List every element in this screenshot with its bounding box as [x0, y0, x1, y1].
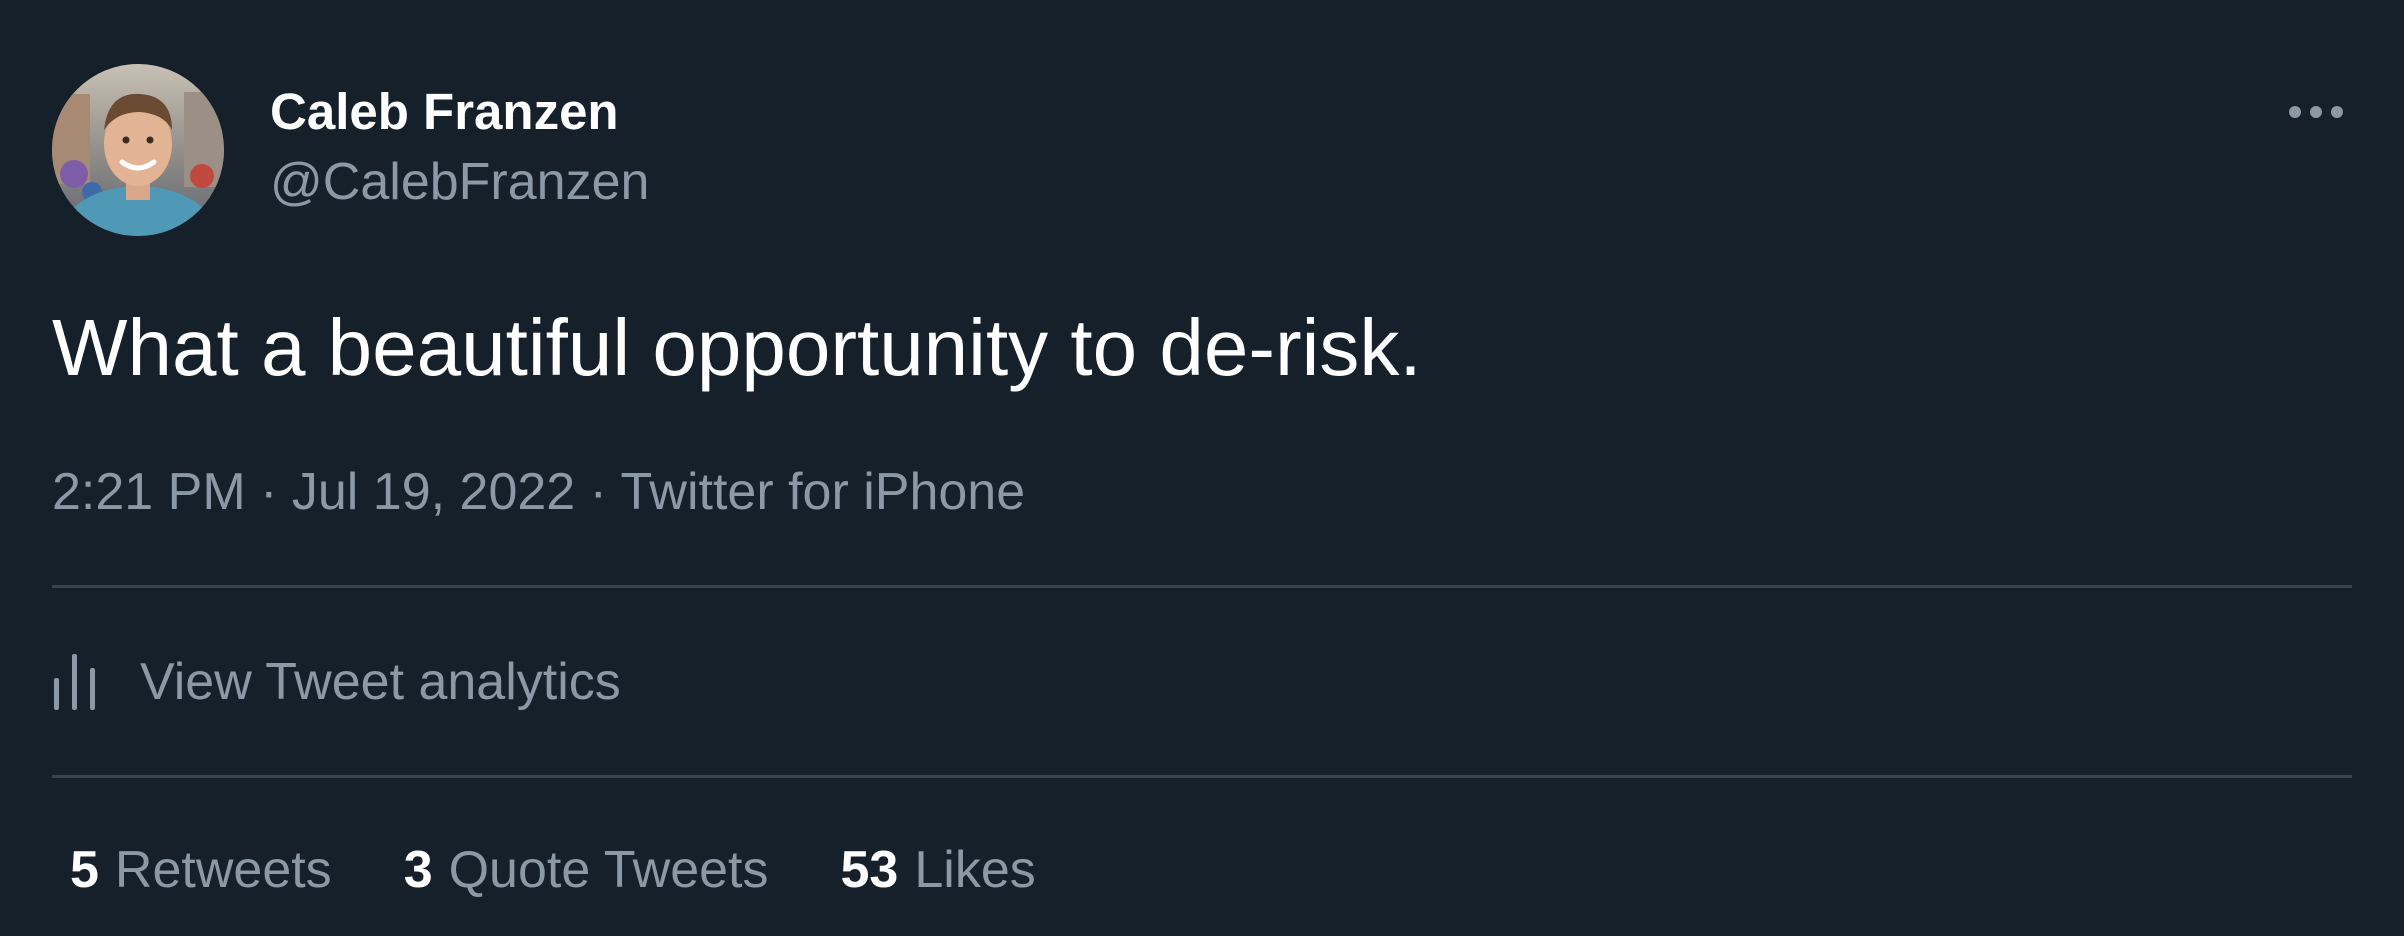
divider	[52, 585, 2352, 588]
author-display-name[interactable]: Caleb Franzen	[270, 82, 619, 142]
more-options-button[interactable]	[2274, 84, 2358, 140]
quote-tweets-label: Quote Tweets	[448, 841, 769, 899]
analytics-label: View Tweet analytics	[140, 653, 621, 711]
likes-label: Likes	[914, 841, 1036, 899]
tweet-source[interactable]: Twitter for iPhone	[621, 463, 1026, 521]
meta-separator: ·	[589, 463, 621, 521]
tweet-time[interactable]: 2:21 PM	[52, 463, 246, 521]
divider	[52, 775, 2352, 778]
tweet-date[interactable]: Jul 19, 2022	[292, 463, 575, 521]
more-horizontal-icon	[2289, 106, 2343, 118]
retweets-label: Retweets	[114, 841, 332, 899]
tweet-stats: 5 Retweets 3 Quote Tweets 53 Likes	[70, 838, 1036, 902]
tweet-text: What a beautiful opportunity to de-risk.	[52, 303, 1422, 392]
retweets-stat[interactable]: 5 Retweets	[70, 838, 332, 902]
retweets-count: 5	[70, 841, 99, 899]
analytics-icon	[52, 652, 112, 712]
avatar-photo	[52, 64, 224, 236]
author-handle[interactable]: @CalebFranzen	[270, 152, 649, 212]
meta-separator: ·	[260, 463, 292, 521]
likes-stat[interactable]: 53 Likes	[841, 838, 1036, 902]
tweet-metadata: 2:21 PM · Jul 19, 2022 · Twitter for iPh…	[52, 460, 1025, 524]
avatar[interactable]	[52, 64, 224, 236]
tweet-card: Caleb Franzen @CalebFranzen What a beaut…	[0, 0, 2404, 936]
quote-tweets-count: 3	[403, 841, 433, 899]
quote-tweets-stat[interactable]: 3 Quote Tweets	[404, 838, 769, 902]
view-analytics-link[interactable]: View Tweet analytics	[52, 644, 621, 720]
likes-count: 53	[840, 841, 899, 899]
